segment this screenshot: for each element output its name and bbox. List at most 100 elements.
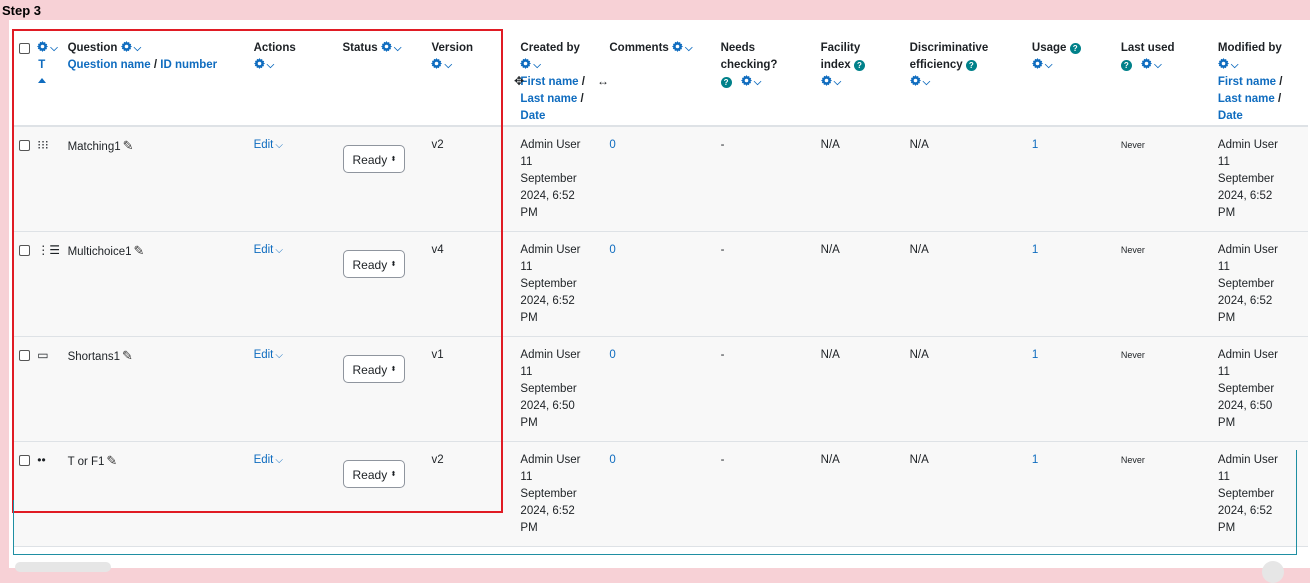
comments-count-link[interactable]: 0: [609, 244, 615, 256]
status-settings-gear-icon[interactable]: [380, 41, 392, 54]
sort-by-first-name-link[interactable]: First name: [1218, 76, 1276, 88]
chevron-down-icon[interactable]: ⌵: [275, 350, 283, 361]
row-select-checkbox[interactable]: [19, 244, 30, 256]
row-select-checkbox[interactable]: [19, 454, 30, 466]
actions-settings-gear-icon[interactable]: [253, 58, 265, 71]
chevron-down-icon[interactable]: ⌵: [50, 43, 58, 54]
discriminative-title-line2: efficiency: [909, 59, 963, 71]
sort-by-type-link[interactable]: T: [37, 59, 45, 71]
sort-by-id-number-link[interactable]: ID number: [160, 59, 217, 71]
last-used-value: Never: [1120, 244, 1145, 255]
usage-count-link[interactable]: 1: [1032, 139, 1038, 151]
resize-column-icon[interactable]: ↔: [597, 74, 609, 88]
horizontal-scrollbar[interactable]: [15, 562, 111, 572]
edit-menu-link[interactable]: Edit: [254, 244, 274, 256]
pencil-icon[interactable]: ✎: [123, 138, 134, 153]
select-arrows-icon: ⬍: [390, 470, 397, 478]
chevron-down-icon[interactable]: ⌵: [444, 60, 452, 71]
status-select[interactable]: Ready ⬍: [342, 249, 405, 278]
date-part: Admin User: [520, 139, 581, 151]
row-select-checkbox[interactable]: [19, 349, 30, 361]
sort-by-last-name-link[interactable]: Last name: [520, 93, 577, 105]
chevron-down-icon[interactable]: ⌵: [754, 77, 762, 88]
table-header-row: ⌵ T Question ⌵ Question name / ID number…: [13, 30, 1308, 127]
facility-index-title-line2: index: [820, 59, 851, 71]
modified-by-settings-gear-icon[interactable]: [1217, 58, 1229, 71]
last-used-value: Never: [1120, 140, 1145, 150]
question-name: T or F1: [67, 455, 105, 468]
chevron-down-icon[interactable]: ⌵: [134, 43, 142, 54]
chevron-down-icon[interactable]: ⌵: [834, 77, 842, 88]
comments-settings-gear-icon[interactable]: [672, 41, 684, 54]
chevron-down-icon[interactable]: ⌵: [394, 43, 402, 54]
facility-settings-gear-icon[interactable]: [820, 75, 832, 88]
status-select[interactable]: Ready ⬍: [342, 145, 405, 173]
comments-count-link[interactable]: 0: [609, 139, 615, 151]
select-arrows-icon: ⬍: [390, 156, 397, 163]
needs-checking-settings-gear-icon[interactable]: [740, 75, 752, 88]
question-settings-gear-icon[interactable]: [120, 41, 132, 54]
edit-menu-link[interactable]: Edit: [254, 139, 274, 151]
last-used-settings-gear-icon[interactable]: [1141, 58, 1153, 71]
question-column-title: Question: [67, 42, 118, 54]
chevron-down-icon[interactable]: ⌵: [1154, 60, 1162, 71]
status-value: Ready: [352, 362, 388, 377]
date-part: 11: [520, 470, 533, 483]
date-part: PM: [520, 416, 538, 429]
help-icon[interactable]: ?: [1120, 60, 1132, 71]
edit-menu-link[interactable]: Edit: [254, 454, 274, 466]
chevron-down-icon[interactable]: ⌵: [685, 43, 693, 54]
matching-icon: ⁝⁝⁝: [37, 138, 49, 152]
chevron-down-icon[interactable]: ⌵: [1045, 60, 1053, 71]
row-select-checkbox[interactable]: [19, 140, 30, 151]
help-icon[interactable]: ?: [1069, 43, 1081, 54]
help-icon[interactable]: ?: [720, 77, 732, 88]
type-settings-gear-icon[interactable]: [37, 41, 49, 54]
usage-count-link[interactable]: 1: [1032, 454, 1038, 466]
chevron-down-icon[interactable]: ⌵: [1231, 60, 1239, 71]
sort-by-last-name-link[interactable]: Last name: [1218, 93, 1275, 105]
chevron-down-icon[interactable]: ⌵: [267, 60, 275, 71]
date-part: September: [1217, 382, 1275, 395]
comments-count-link[interactable]: 0: [609, 454, 615, 466]
chevron-down-icon[interactable]: ⌵: [275, 455, 283, 466]
needs-checking-value: -: [720, 243, 725, 256]
usage-count-link[interactable]: 1: [1032, 349, 1038, 361]
move-column-icon[interactable]: ✥: [514, 74, 524, 88]
chevron-down-icon[interactable]: ⌵: [275, 140, 283, 151]
date-part: PM: [520, 207, 538, 219]
help-icon[interactable]: ?: [965, 60, 977, 71]
chevron-down-icon[interactable]: ⌵: [923, 77, 931, 88]
modified-by-column-title: Modified by: [1217, 42, 1282, 54]
created-by-settings-gear-icon[interactable]: [520, 58, 532, 71]
select-all-checkbox[interactable]: [19, 43, 30, 54]
date-part: 2024, 6:52: [520, 190, 575, 202]
usage-count-link[interactable]: 1: [1032, 244, 1038, 256]
select-arrows-icon: ⬍: [390, 260, 397, 268]
chevron-down-icon[interactable]: ⌵: [275, 245, 283, 256]
sort-by-question-name-link[interactable]: Question name: [68, 59, 151, 71]
sort-ascending-icon: [38, 78, 47, 83]
version-settings-gear-icon[interactable]: [431, 58, 443, 71]
usage-settings-gear-icon[interactable]: [1031, 58, 1043, 71]
pencil-icon[interactable]: ✎: [122, 348, 133, 363]
needs-checking-value: -: [720, 453, 725, 466]
discriminative-settings-gear-icon[interactable]: [909, 75, 921, 88]
pencil-icon[interactable]: ✎: [106, 453, 117, 468]
status-select[interactable]: Ready ⬍: [342, 459, 405, 488]
date-part: 2024, 6:52: [520, 294, 575, 307]
sort-by-date-link[interactable]: Date: [520, 110, 545, 122]
status-select[interactable]: Ready ⬍: [342, 354, 405, 383]
discriminative-value: N/A: [909, 243, 929, 256]
date-part: PM: [1217, 207, 1236, 219]
comments-count-link[interactable]: 0: [609, 349, 615, 361]
date-part: Admin User: [520, 453, 581, 466]
chevron-down-icon[interactable]: ⌵: [533, 60, 541, 71]
sort-by-first-name-link[interactable]: First name: [520, 76, 578, 88]
date-part: Admin User: [520, 243, 581, 256]
edit-menu-link[interactable]: Edit: [254, 349, 274, 361]
help-icon[interactable]: ?: [853, 60, 865, 71]
sort-by-date-link[interactable]: Date: [1218, 110, 1243, 122]
pencil-icon[interactable]: ✎: [133, 243, 144, 258]
scroll-to-top-button[interactable]: [1262, 561, 1284, 583]
